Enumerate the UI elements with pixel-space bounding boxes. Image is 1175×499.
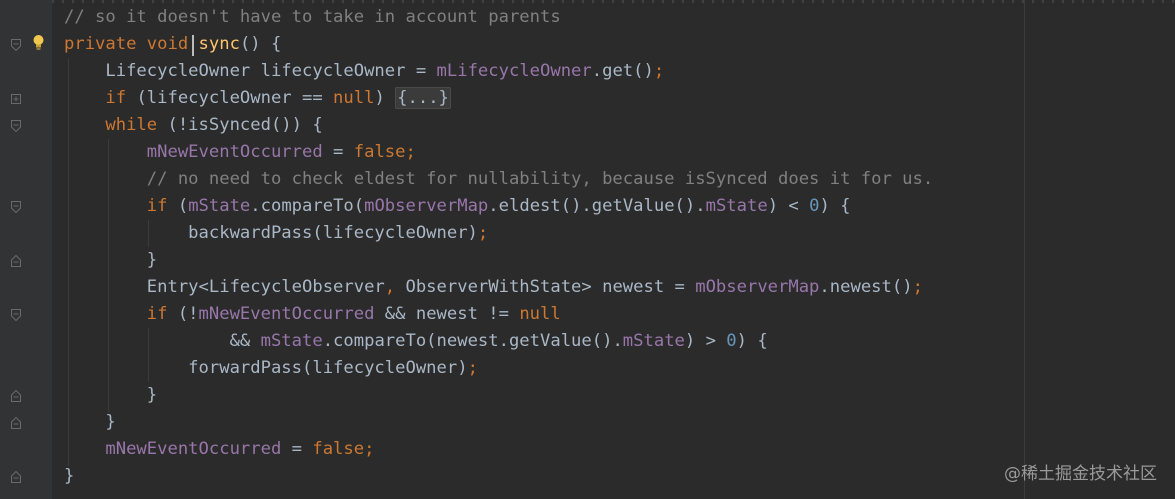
code-token: mLifecycleOwner xyxy=(436,61,592,81)
code-line[interactable]: while (!isSynced()) { xyxy=(64,112,323,139)
code-token: mState xyxy=(622,331,685,351)
code-token: = xyxy=(322,142,354,162)
fold-expand-icon[interactable] xyxy=(11,93,21,105)
code-line[interactable]: mNewEventOccurred = false; xyxy=(64,139,416,166)
text-caret xyxy=(192,35,194,56)
code-token: forwardPass(lifecycleOwner) xyxy=(64,358,468,378)
code-line[interactable]: if (mState.compareTo(mObserverMap.eldest… xyxy=(64,193,851,220)
code-token: .newest() xyxy=(819,277,913,297)
watermark: @稀土掘金技术社区 xyxy=(1004,464,1157,484)
editor-gutter xyxy=(0,0,52,499)
code-token: mNewEventOccurred xyxy=(198,304,375,324)
code-token: backwardPass(lifecycleOwner) xyxy=(64,223,478,243)
code-token: null xyxy=(333,88,375,108)
fold-collapse-icon[interactable] xyxy=(11,255,21,267)
code-token: if xyxy=(64,88,137,108)
lightbulb-icon[interactable] xyxy=(32,34,45,51)
code-token: && newest != xyxy=(374,304,520,324)
code-token: // no need to check eldest for nullabili… xyxy=(64,169,934,189)
code-token: mState xyxy=(188,196,251,216)
code-token: ) { xyxy=(736,331,768,351)
code-line[interactable]: LifecycleOwner lifecycleOwner = mLifecyc… xyxy=(64,58,664,85)
code-token: Entry<LifecycleObserver xyxy=(64,277,385,297)
fold-collapse-icon[interactable] xyxy=(11,471,21,483)
code-token: 0 xyxy=(809,196,820,216)
code-token: private void xyxy=(64,34,199,54)
code-token: mObserverMap xyxy=(695,277,820,297)
folded-code-region[interactable]: {...} xyxy=(395,87,451,109)
code-token: null xyxy=(519,304,561,324)
code-token: mObserverMap xyxy=(364,196,489,216)
code-token: mNewEventOccurred xyxy=(64,142,323,162)
code-token: .compareTo( xyxy=(250,196,365,216)
code-token: ; xyxy=(467,358,478,378)
code-token: () { xyxy=(239,34,282,54)
fold-collapse-icon[interactable] xyxy=(11,39,21,51)
code-token: } xyxy=(64,385,158,405)
code-token: ) { xyxy=(819,196,851,216)
code-token: sync xyxy=(198,34,240,54)
fold-collapse-icon[interactable] xyxy=(11,417,21,429)
fold-collapse-icon[interactable] xyxy=(11,120,21,132)
code-line[interactable]: } xyxy=(64,382,157,409)
fold-collapse-icon[interactable] xyxy=(11,201,21,213)
code-token: while xyxy=(64,115,168,135)
code-token: ObserverWithState> newest = xyxy=(405,277,696,297)
code-line[interactable]: backwardPass(lifecycleOwner); xyxy=(64,220,488,247)
right-margin-guide xyxy=(1024,0,1025,499)
code-line[interactable]: mNewEventOccurred = false; xyxy=(64,436,374,463)
code-token: ; xyxy=(477,223,489,243)
code-token: (!isSynced()) { xyxy=(167,115,323,135)
top-fade xyxy=(52,0,1175,3)
code-line[interactable]: // so it doesn't have to take in account… xyxy=(64,4,561,31)
code-token: if xyxy=(64,304,178,324)
code-line[interactable]: if (lifecycleOwner == null) {...} xyxy=(64,85,451,112)
code-line[interactable]: } xyxy=(64,409,116,436)
code-token: ; xyxy=(653,61,665,81)
code-token: .eldest().getValue(). xyxy=(488,196,706,216)
code-token: } xyxy=(64,466,75,486)
code-token: ) < xyxy=(767,196,810,216)
code-line[interactable]: private void sync() { xyxy=(64,31,281,58)
code-token: .get() xyxy=(591,61,654,81)
code-line[interactable]: forwardPass(lifecycleOwner); xyxy=(64,355,478,382)
code-line[interactable]: if (!mNewEventOccurred && newest != null xyxy=(64,301,561,328)
code-token: } xyxy=(64,250,158,270)
code-token: false; xyxy=(353,142,416,162)
code-token: (lifecycleOwner == xyxy=(136,88,334,108)
code-line[interactable]: && mState.compareTo(newest.getValue().mS… xyxy=(64,328,768,355)
fold-collapse-icon[interactable] xyxy=(11,390,21,402)
code-token: } xyxy=(64,412,116,432)
code-token: (! xyxy=(177,304,199,324)
code-token: ; xyxy=(912,277,923,297)
code-token: , xyxy=(384,277,406,297)
code-line[interactable]: Entry<LifecycleObserver, ObserverWithSta… xyxy=(64,274,923,301)
code-token: .compareTo(newest.getValue(). xyxy=(322,331,623,351)
code-token: ) > xyxy=(684,331,727,351)
code-token: mNewEventOccurred xyxy=(64,439,282,459)
code-token: mState xyxy=(705,196,768,216)
code-line[interactable]: } xyxy=(64,247,157,274)
code-line[interactable]: // no need to check eldest for nullabili… xyxy=(64,166,933,193)
code-token: && xyxy=(64,331,261,351)
fold-collapse-icon[interactable] xyxy=(11,309,21,321)
code-token: // so it doesn't have to take in account… xyxy=(64,7,561,27)
code-token: if xyxy=(64,196,178,216)
code-token: false; xyxy=(312,439,375,459)
code-token: ( xyxy=(177,196,189,216)
code-token: = xyxy=(281,439,313,459)
code-token: mState xyxy=(260,331,323,351)
code-line[interactable]: } xyxy=(64,463,74,490)
code-token: 0 xyxy=(726,331,737,351)
code-token: ) xyxy=(374,88,396,108)
code-token: LifecycleOwner lifecycleOwner = xyxy=(64,61,437,81)
